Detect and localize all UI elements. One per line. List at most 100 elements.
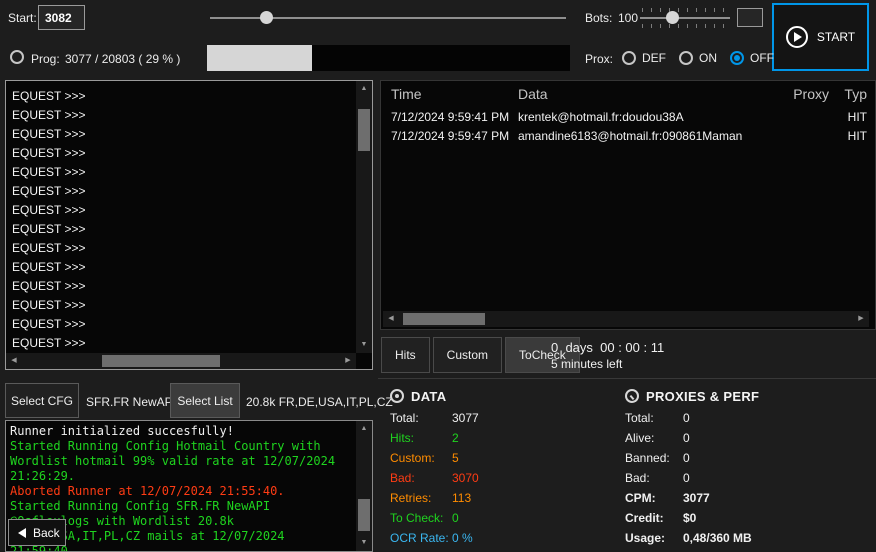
scroll-up-icon[interactable]: ▲ — [356, 81, 372, 97]
start-input[interactable]: 3082 — [38, 5, 85, 30]
scroll-up-icon[interactable]: ▲ — [356, 421, 372, 437]
stat-label: Retries: — [390, 491, 452, 505]
bots-input[interactable] — [737, 8, 763, 27]
stat-value: 0,48/360 MB — [683, 531, 752, 545]
data-panel: DATA Total:3077Hits:2Custom:5Bad:3070Ret… — [390, 386, 615, 548]
back-button[interactable]: Back — [8, 519, 66, 546]
start-button[interactable]: START — [772, 3, 869, 71]
start-input-value: 3082 — [45, 11, 72, 25]
col-proxy[interactable]: Proxy — [771, 86, 829, 102]
col-time[interactable]: Time — [381, 86, 513, 102]
request-line[interactable]: EQUEST >>> — [8, 182, 353, 201]
stat-value: 0 — [683, 451, 690, 465]
stat-label: Bad: — [390, 471, 452, 485]
stat-label: Credit: — [625, 511, 683, 525]
start-slider-thumb[interactable] — [260, 11, 273, 24]
stat-value: 0 — [683, 411, 690, 425]
config-name: SFR.FR NewAPI — [86, 395, 176, 409]
bots-label: Bots: — [585, 11, 612, 25]
prox-option-def[interactable]: DEF — [622, 51, 666, 65]
bots-slider-thumb[interactable] — [666, 11, 679, 24]
proxies-panel-stats: Total:0Alive:0Banned:0Bad:0CPM:3077Credi… — [625, 408, 873, 548]
cell-data: krentek@hotmail.fr:doudou38A — [513, 110, 771, 124]
prox-radio-on[interactable] — [679, 51, 693, 65]
request-line[interactable]: EQUEST >>> — [8, 125, 353, 144]
stat-hits: Hits:2 — [390, 428, 615, 448]
request-line[interactable]: EQUEST >>> — [8, 163, 353, 182]
request-line[interactable]: EQUEST >>> — [8, 144, 353, 163]
scroll-right-icon[interactable]: ▶ — [853, 311, 869, 327]
stat-retries: Retries:113 — [390, 488, 615, 508]
log-line: Aborted Runner at 12/07/2024 21:55:40. — [10, 484, 352, 499]
wordlist-name: 20.8k FR,DE,USA,IT,PL,CZ — [246, 395, 393, 409]
request-line[interactable]: EQUEST >>> — [8, 258, 353, 277]
stat-value: $0 — [683, 511, 696, 525]
result-row[interactable]: 7/12/2024 9:59:41 PMkrentek@hotmail.fr:d… — [381, 107, 875, 126]
request-list-hscroll-thumb[interactable] — [102, 355, 220, 367]
log-vscroll-thumb[interactable] — [358, 499, 370, 531]
request-line[interactable]: EQUEST >>> — [8, 277, 353, 296]
request-line[interactable]: EQUEST >>> — [8, 220, 353, 239]
request-line[interactable]: EQUEST >>> — [8, 239, 353, 258]
scroll-down-icon[interactable]: ▼ — [356, 535, 372, 551]
prog-value: 3077 / 20803 ( 29 % ) — [65, 52, 180, 66]
stat-label: Banned: — [625, 451, 683, 465]
request-list-hscrollbar[interactable]: ◀ ▶ — [6, 353, 356, 369]
results-hscrollbar[interactable]: ◀ ▶ — [383, 311, 869, 327]
request-line[interactable]: EQUEST >>> — [8, 201, 353, 220]
bots-slider-ticks-bottom — [642, 24, 728, 28]
start-slider[interactable] — [210, 7, 566, 29]
stat-value: 3077 — [452, 411, 479, 425]
stat-custom: Custom:5 — [390, 448, 615, 468]
prox-label: Prox: — [585, 52, 613, 66]
prox-radio-off[interactable] — [730, 51, 744, 65]
cell-time: 7/12/2024 9:59:47 PM — [381, 129, 513, 143]
request-line[interactable]: EQUEST >>> — [8, 87, 353, 106]
tab-custom[interactable]: Custom — [433, 337, 502, 373]
log-line: Started Running Config Hotmail Country w… — [10, 439, 352, 484]
results-hscroll-thumb[interactable] — [403, 313, 485, 325]
prog-radio[interactable] — [10, 50, 24, 64]
select-list-button[interactable]: Select List — [170, 383, 240, 418]
bots-slider[interactable] — [640, 7, 730, 29]
scroll-left-icon[interactable]: ◀ — [383, 311, 399, 327]
prox-radio-def[interactable] — [622, 51, 636, 65]
start-label: Start: — [8, 11, 37, 25]
stat-ocrrate: OCR Rate:0 % — [390, 528, 615, 548]
stat-label: Usage: — [625, 531, 683, 545]
prox-option-on[interactable]: ON — [679, 51, 717, 65]
request-list-vscrollbar[interactable]: ▲ ▼ — [356, 81, 372, 353]
prog-label: Prog: — [31, 52, 60, 66]
request-line[interactable]: EQUEST >>> — [8, 334, 353, 350]
stat-value: 0 — [683, 431, 690, 445]
tab-hits[interactable]: Hits — [381, 337, 430, 373]
stat-value: 3077 — [683, 491, 710, 505]
select-cfg-button[interactable]: Select CFG — [5, 383, 79, 418]
stat-label: Total: — [390, 411, 452, 425]
stat-label: Alive: — [625, 431, 683, 445]
stat-bad: Bad:3070 — [390, 468, 615, 488]
request-line[interactable]: EQUEST >>> — [8, 315, 353, 334]
stat-total: Total:3077 — [390, 408, 615, 428]
play-icon — [786, 26, 808, 48]
result-row[interactable]: 7/12/2024 9:59:47 PMamandine6183@hotmail… — [381, 126, 875, 145]
stat-value: 5 — [452, 451, 459, 465]
log-vscrollbar[interactable]: ▲ ▼ — [356, 421, 372, 551]
col-type[interactable]: Typ — [829, 86, 875, 102]
bots-slider-track — [640, 17, 730, 19]
progress-bar — [207, 45, 570, 71]
request-line[interactable]: EQUEST >>> — [8, 106, 353, 125]
request-list-vscroll-thumb[interactable] — [358, 109, 370, 151]
scroll-down-icon[interactable]: ▼ — [356, 337, 372, 353]
col-data[interactable]: Data — [513, 86, 771, 102]
data-panel-header: DATA — [390, 386, 615, 406]
stat-credit: Credit:$0 — [625, 508, 873, 528]
request-list-lines: EQUEST >>>EQUEST >>>EQUEST >>>EQUEST >>>… — [8, 87, 353, 350]
stat-value: 113 — [452, 491, 471, 505]
scroll-right-icon[interactable]: ▶ — [340, 353, 356, 369]
scroll-left-icon[interactable]: ◀ — [6, 353, 22, 369]
prox-option-off[interactable]: OFF — [730, 51, 774, 65]
bots-value: 100 — [618, 11, 638, 25]
request-list-panel: EQUEST >>>EQUEST >>>EQUEST >>>EQUEST >>>… — [5, 80, 373, 370]
request-line[interactable]: EQUEST >>> — [8, 296, 353, 315]
